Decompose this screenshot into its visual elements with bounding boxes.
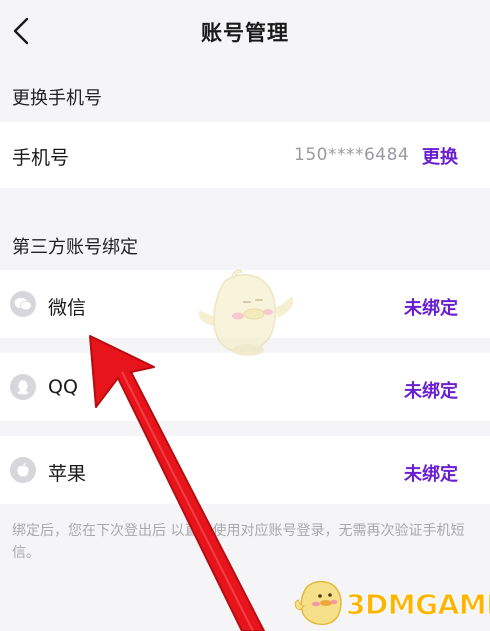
change-phone-button[interactable]: 更换 [422, 143, 458, 169]
phone-label: 手机号 [12, 147, 70, 169]
binding-note: 绑定后，您在下次登出后 以直接使用对应账号登录，无需再次验证手机短信。 [12, 523, 465, 561]
apple-row[interactable]: 苹果 未绑定 [0, 436, 490, 504]
wechat-icon [10, 291, 36, 317]
phone-row: 手机号 150****6484 更换 [0, 122, 490, 188]
page-title: 账号管理 [201, 21, 289, 45]
qq-label: QQ [48, 376, 78, 398]
mascot-watermark-icon [198, 269, 294, 356]
wechat-label: 微信 [48, 297, 87, 319]
wechat-bind-status[interactable]: 未绑定 [404, 294, 458, 320]
navigation-bar: 账号管理 [0, 0, 490, 62]
watermark-logo: 3DMGAME [346, 588, 490, 622]
third-party-heading: 第三方账号绑定 [12, 237, 138, 258]
qq-icon [10, 374, 36, 400]
qq-bind-status[interactable]: 未绑定 [404, 377, 458, 403]
qq-row[interactable]: QQ 未绑定 [0, 353, 490, 421]
phone-section-heading: 更换手机号 [12, 88, 102, 109]
apple-icon [10, 457, 36, 483]
phone-number: 150****6484 [294, 145, 410, 165]
watermark-mascot-icon [294, 580, 342, 626]
apple-bind-status[interactable]: 未绑定 [404, 460, 458, 486]
apple-label: 苹果 [48, 463, 87, 485]
